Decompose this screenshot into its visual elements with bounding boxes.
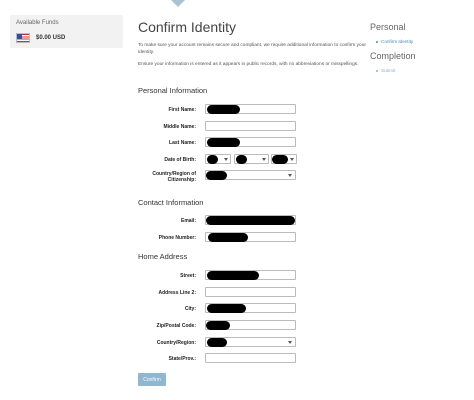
dob-day-select[interactable]	[234, 154, 269, 164]
available-funds-label: Available Funds	[16, 20, 59, 26]
redaction-mark	[207, 271, 259, 280]
citizenship-label: Country/Region of Citizenship:	[152, 171, 196, 183]
last-name-label: Last Name:	[169, 140, 196, 146]
first-name-input[interactable]	[205, 104, 296, 114]
phone-row: Phone Number:	[138, 232, 298, 244]
redaction-mark	[206, 216, 295, 225]
first-name-row: First Name:	[138, 104, 298, 116]
redaction-mark	[207, 138, 240, 147]
redaction-mark	[208, 233, 248, 242]
last-name-input[interactable]	[205, 137, 296, 147]
contact-info-heading: Contact Information	[138, 198, 204, 207]
middle-name-input[interactable]	[205, 121, 296, 131]
bullet-icon	[376, 69, 378, 72]
zip-row: Zip/Postal Code:	[138, 320, 298, 332]
email-input[interactable]	[205, 215, 296, 225]
address2-label: Address Line 2:	[158, 290, 196, 296]
email-label: Email:	[180, 218, 196, 224]
redaction-mark	[207, 105, 240, 114]
street-input[interactable]	[205, 270, 296, 280]
available-funds-card: Available Funds $0.00 USD	[10, 15, 123, 48]
sidebar-item-label: Confirm Identity	[381, 39, 414, 44]
city-input[interactable]	[205, 303, 296, 313]
email-row: Email:	[138, 215, 298, 227]
middle-name-label: Middle Name:	[163, 124, 196, 130]
redaction-mark	[272, 155, 288, 164]
intro-text: To make sure your account remains secure…	[138, 43, 366, 55]
redaction-mark	[207, 155, 218, 164]
redaction-mark	[206, 171, 227, 180]
dob-row: Date of Birth:	[138, 154, 298, 166]
page-title: Confirm Identity	[138, 19, 237, 35]
top-notch-indicator	[171, 0, 185, 7]
confirm-button[interactable]: Confirm	[138, 373, 166, 386]
sidebar-completion-title: Completion	[370, 51, 416, 61]
us-flag-icon	[16, 33, 30, 43]
redaction-mark	[236, 155, 247, 164]
last-name-row: Last Name:	[138, 137, 298, 149]
personal-info-heading: Personal Information	[138, 86, 208, 95]
city-label: City:	[184, 306, 196, 312]
sidebar-personal-title: Personal	[370, 22, 406, 32]
home-address-heading: Home Address	[138, 252, 188, 261]
state-row: State/Prov.:	[138, 353, 298, 365]
state-label: State/Prov.:	[168, 356, 196, 362]
phone-label: Phone Number:	[158, 235, 196, 241]
country-row: Country/Region:	[138, 337, 298, 349]
address2-row: Address Line 2:	[138, 287, 298, 299]
redaction-mark	[207, 304, 246, 313]
street-row: Street:	[138, 270, 298, 282]
sidebar-item-submit[interactable]: Submit	[376, 68, 395, 73]
zip-label: Zip/Postal Code:	[156, 323, 196, 329]
country-select[interactable]	[205, 337, 296, 347]
city-row: City:	[138, 303, 298, 315]
first-name-label: First Name:	[168, 107, 196, 113]
funds-balance-row: $0.00 USD	[16, 33, 65, 43]
zip-input[interactable]	[205, 320, 296, 330]
street-label: Street:	[180, 273, 196, 279]
sidebar-item-confirm-identity[interactable]: Confirm Identity	[376, 39, 413, 44]
dob-label: Date of Birth:	[164, 157, 196, 163]
bullet-icon	[376, 40, 378, 43]
citizenship-row: Country/Region of Citizenship:	[138, 170, 298, 183]
dob-year-select[interactable]	[271, 154, 297, 164]
redaction-mark	[206, 321, 230, 330]
funds-amount: $0.00 USD	[36, 35, 66, 41]
citizenship-select[interactable]	[205, 170, 296, 180]
middle-name-row: Middle Name:	[138, 121, 298, 133]
country-label: Country/Region:	[156, 340, 196, 346]
address2-input[interactable]	[205, 287, 296, 297]
sidebar-item-label: Submit	[381, 68, 396, 73]
dob-month-select[interactable]	[205, 154, 231, 164]
state-input[interactable]	[205, 353, 296, 363]
phone-input[interactable]	[205, 232, 296, 242]
redaction-mark	[207, 338, 227, 347]
intro-note: Ensure your information is entered as it…	[138, 62, 359, 67]
